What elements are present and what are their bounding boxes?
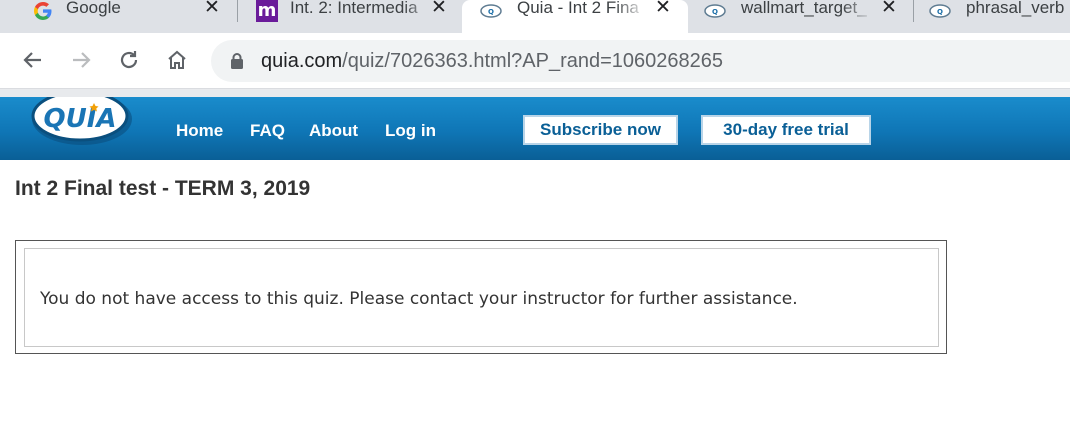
nav-about[interactable]: About: [309, 121, 358, 141]
nav-login[interactable]: Log in: [385, 121, 436, 141]
tab-separator: [237, 0, 238, 22]
quia-logo[interactable]: QUIA: [30, 97, 138, 147]
tab-intermediate[interactable]: m Int. 2: Intermedia ✕: [256, 0, 456, 33]
svg-text:Q: Q: [937, 8, 943, 16]
logo-text: QUIA: [43, 104, 116, 134]
lock-icon[interactable]: [231, 53, 243, 74]
reload-icon[interactable]: [114, 45, 144, 75]
tab-title: wallmart_target_: [741, 0, 867, 17]
svg-text:Q: Q: [712, 8, 718, 16]
quia-header: QUIA Home FAQ About Log in Subscribe now…: [0, 97, 1070, 160]
toolbar-divider: [0, 88, 1070, 97]
subscribe-button[interactable]: Subscribe now: [523, 115, 678, 145]
tab-close-icon[interactable]: ✕: [655, 0, 671, 17]
free-trial-button[interactable]: 30-day free trial: [701, 115, 871, 145]
url-domain: quia.com: [261, 50, 343, 72]
browser-tab-strip: Google ✕ m Int. 2: Intermedia ✕ Q Quia -…: [0, 0, 1070, 33]
tab-title: phrasal_verb: [966, 0, 1065, 17]
m-logo-icon: m: [256, 0, 278, 22]
url-path: /quiz/7026363.html?AP_rand=1060268265: [342, 50, 724, 72]
quia-icon: Q: [929, 0, 951, 22]
address-bar[interactable]: quia.com/quiz/7026363.html?AP_rand=10602…: [211, 40, 1070, 82]
tab-title: Int. 2: Intermedia: [290, 0, 418, 17]
tab-title: Google: [66, 0, 121, 17]
tab-quia-active[interactable]: Q Quia - Int 2 Fina ✕: [462, 0, 688, 33]
page-title: Int 2 Final test - TERM 3, 2019: [15, 177, 311, 200]
tab-separator: [913, 0, 914, 22]
tab-close-icon[interactable]: ✕: [881, 0, 897, 17]
forward-arrow-icon[interactable]: [66, 45, 96, 75]
nav-faq[interactable]: FAQ: [250, 121, 285, 141]
google-g-icon: [32, 0, 54, 22]
url-text: quia.com/quiz/7026363.html?AP_rand=10602…: [261, 50, 723, 72]
back-arrow-icon[interactable]: [18, 45, 48, 75]
tab-wallmart[interactable]: Q wallmart_target_ ✕: [704, 0, 909, 33]
access-denied-message: You do not have access to this quiz. Ple…: [40, 289, 798, 309]
tab-title: Quia - Int 2 Fina: [517, 0, 639, 17]
home-icon[interactable]: [162, 45, 192, 75]
message-box: You do not have access to this quiz. Ple…: [15, 240, 947, 354]
quia-icon: Q: [704, 0, 726, 22]
tab-close-icon[interactable]: ✕: [204, 0, 220, 17]
quia-icon: Q: [480, 0, 502, 22]
tab-google[interactable]: Google ✕: [32, 0, 237, 33]
message-inner-box: You do not have access to this quiz. Ple…: [24, 248, 939, 347]
tab-phrasal-verb[interactable]: Q phrasal_verb: [929, 0, 1070, 33]
tab-close-icon[interactable]: ✕: [431, 0, 447, 17]
svg-text:Q: Q: [488, 8, 494, 16]
nav-home[interactable]: Home: [176, 121, 223, 141]
browser-toolbar: quia.com/quiz/7026363.html?AP_rand=10602…: [0, 33, 1070, 88]
